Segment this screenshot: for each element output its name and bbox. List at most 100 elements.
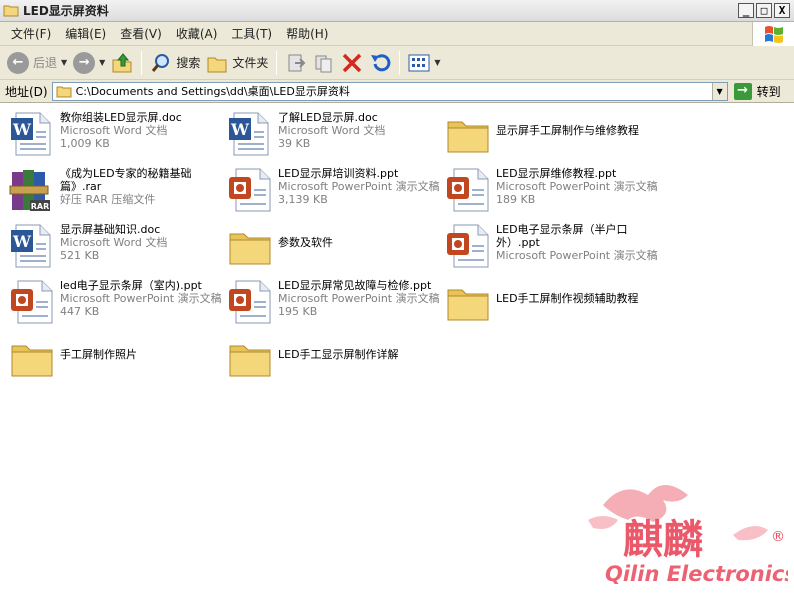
toolbar-separator	[399, 50, 401, 75]
watermark-en: Qilin Electronics	[605, 562, 788, 586]
powerpoint-document-icon	[229, 280, 271, 324]
word-document-icon: W	[11, 112, 51, 156]
toolbar: ← 后退 ▼ → ▼ 搜索 文件夹 ▼	[0, 46, 794, 80]
file-name: 教你组装LED显示屏.doc	[60, 111, 182, 124]
go-label: 转到	[756, 84, 781, 99]
move-to-icon	[288, 54, 306, 71]
file-name: LED显示屏培训资料.ppt	[278, 167, 399, 180]
minimize-button[interactable]: _	[738, 3, 754, 18]
word-document-icon: W	[229, 112, 269, 156]
folder-icon	[447, 289, 489, 321]
file-size: 189 KB	[496, 193, 536, 206]
menu-file[interactable]: 文件(F)	[4, 25, 58, 42]
file-name: 《成为LED专家的秘籍基础篇》.rar	[60, 167, 192, 193]
file-name: LED手工显示屏制作详解	[278, 348, 399, 361]
delete-button[interactable]	[338, 49, 366, 77]
file-size: 521 KB	[60, 249, 100, 262]
svg-text:RAR: RAR	[31, 202, 50, 211]
file-type: Microsoft Word 文档	[278, 124, 386, 137]
svg-text:W: W	[230, 120, 250, 139]
menu-tools[interactable]: 工具(T)	[224, 25, 279, 42]
file-type: Microsoft PowerPoint 演示文稿	[278, 180, 440, 193]
menu-view[interactable]: 查看(V)	[113, 25, 169, 42]
file-item[interactable]: LED显示屏常见故障与检修.ppt Microsoft PowerPoint 演示…	[226, 278, 440, 326]
folders-button[interactable]: 文件夹	[203, 49, 271, 77]
back-label: 后退	[33, 56, 58, 70]
file-type: Microsoft PowerPoint 演示文稿	[60, 292, 222, 305]
go-arrow-icon: →	[733, 82, 752, 100]
file-item[interactable]: LED显示屏维修教程.ppt Microsoft PowerPoint 演示文稿 1…	[444, 166, 658, 214]
powerpoint-document-icon	[447, 168, 489, 212]
chevron-down-icon: ▼	[434, 58, 441, 67]
file-item[interactable]: LED电子显示条屏（半户口外）.ppt Microsoft PowerPoint …	[444, 222, 658, 270]
go-button[interactable]: → 转到	[733, 82, 781, 100]
menu-favorites[interactable]: 收藏(A)	[169, 25, 225, 42]
file-item[interactable]: W 了解LED显示屏.doc Microsoft Word 文档 39 KB	[226, 110, 440, 158]
file-name: LED电子显示条屏（半户口外）.ppt	[496, 223, 628, 249]
forward-button[interactable]: → ▼	[70, 49, 108, 77]
toolbar-separator	[141, 50, 143, 75]
file-view: 麒麟 ® Qilin Electronics W 教你组装LED显示屏.doc Mi…	[0, 104, 794, 599]
file-name: 显示屏手工屏制作与维修教程	[496, 124, 639, 137]
folders-icon	[207, 57, 227, 72]
up-folder-button[interactable]	[108, 49, 136, 77]
chevron-down-icon: ▼	[99, 58, 106, 67]
svg-text:W: W	[12, 120, 32, 139]
back-button[interactable]: ← 后退 ▼	[4, 49, 70, 77]
delete-icon	[343, 53, 362, 72]
address-dropdown-button[interactable]: ▼	[711, 82, 727, 100]
watermark-cn: 麒麟	[623, 516, 703, 563]
search-button[interactable]: 搜索	[147, 49, 203, 77]
toolbar-separator	[276, 50, 278, 75]
file-item[interactable]: led电子显示条屏（室内).ppt Microsoft PowerPoint 演示…	[8, 278, 222, 326]
file-type: 好压 RAR 压缩文件	[60, 193, 156, 206]
menu-help[interactable]: 帮助(H)	[279, 25, 335, 42]
folder-item[interactable]: LED手工显示屏制作详解	[226, 334, 440, 382]
folder-item[interactable]: 手工屏制作照片	[8, 334, 222, 382]
file-size: 39 KB	[278, 137, 311, 150]
file-name: 手工屏制作照片	[60, 348, 137, 361]
powerpoint-document-icon	[11, 280, 53, 324]
file-type: Microsoft Word 文档	[60, 124, 168, 137]
folders-label: 文件夹	[232, 56, 269, 70]
undo-button[interactable]	[366, 49, 394, 77]
menu-bar: 文件(F) 编辑(E) 查看(V) 收藏(A) 工具(T) 帮助(H)	[0, 22, 794, 46]
rar-archive-icon: RAR	[9, 170, 50, 211]
file-name: 了解LED显示屏.doc	[278, 111, 378, 124]
file-item[interactable]: RAR 《成为LED专家的秘籍基础篇》.rar 好压 RAR 压缩文件	[8, 166, 222, 214]
folder-item[interactable]: LED手工屏制作视频辅助教程	[444, 278, 658, 326]
move-to-button[interactable]	[282, 49, 310, 77]
folder-icon	[3, 5, 19, 17]
forward-arrow-icon: →	[73, 51, 96, 74]
file-item[interactable]: LED显示屏培训资料.ppt Microsoft PowerPoint 演示文稿 3…	[226, 166, 440, 214]
svg-text:W: W	[12, 232, 32, 251]
file-type: Microsoft PowerPoint 演示文稿	[496, 249, 658, 262]
title-bar: LED显示屏资料 _ □ X	[0, 0, 794, 22]
folder-icon	[229, 345, 271, 377]
close-button[interactable]: X	[774, 3, 790, 18]
views-button[interactable]: ▼	[405, 49, 443, 77]
chevron-down-icon: ▼	[61, 58, 68, 67]
address-bar: 地址(D) C:\Documents and Settings\dd\桌面\LE…	[0, 80, 794, 103]
file-type: Microsoft PowerPoint 演示文稿	[496, 180, 658, 193]
window-title: LED显示屏资料	[23, 4, 109, 18]
folder-item[interactable]: 显示屏手工屏制作与维修教程	[444, 110, 658, 158]
file-item[interactable]: W 显示屏基础知识.doc Microsoft Word 文档 521 KB	[8, 222, 222, 270]
maximize-button[interactable]: □	[756, 3, 772, 18]
copy-to-button[interactable]	[310, 49, 338, 77]
file-name: LED显示屏常见故障与检修.ppt	[278, 279, 432, 292]
powerpoint-document-icon	[229, 168, 271, 212]
windows-logo-icon	[752, 22, 794, 46]
back-arrow-icon: ←	[7, 51, 29, 74]
file-type: Microsoft PowerPoint 演示文稿	[278, 292, 440, 305]
menu-edit[interactable]: 编辑(E)	[58, 25, 113, 42]
file-item[interactable]: W 教你组装LED显示屏.doc Microsoft Word 文档 1,009 KB	[8, 110, 222, 158]
folder-item[interactable]: 参数及软件	[226, 222, 440, 270]
up-folder-icon	[112, 52, 132, 72]
folder-icon	[56, 86, 72, 97]
file-name: led电子显示条屏（室内).ppt	[60, 279, 202, 292]
qilin-logo-watermark: 麒麟 ® Qilin Electronics	[588, 485, 788, 586]
search-label: 搜索	[176, 56, 201, 70]
address-input[interactable]: C:\Documents and Settings\dd\桌面\LED显示屏资料…	[51, 81, 728, 101]
copy-to-icon	[315, 55, 332, 72]
